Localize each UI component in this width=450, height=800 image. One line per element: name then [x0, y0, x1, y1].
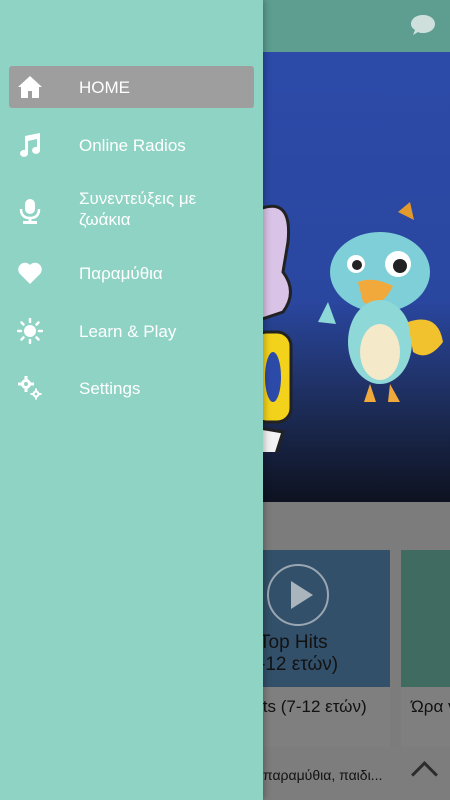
sun-icon	[17, 318, 43, 344]
banner-image[interactable]	[263, 52, 450, 502]
chat-icon[interactable]	[410, 14, 436, 36]
radio-card-2[interactable]	[401, 550, 450, 687]
gears-icon	[18, 376, 42, 400]
radio-card-caption: its (7-12 ετών)	[259, 697, 367, 716]
menu-item-settings[interactable]: Settings	[9, 367, 254, 409]
menu-item-label: Online Radios	[79, 136, 186, 155]
now-playing-bar[interactable]: παραμύθια, παιδι...	[263, 747, 450, 800]
menu-item-learn-play[interactable]: Learn & Play	[9, 310, 254, 352]
music-note-icon	[20, 133, 41, 157]
parrot-mascot	[318, 202, 443, 402]
menu-item-label: Παραμύθια	[79, 264, 163, 283]
menu-item-label: Settings	[79, 379, 141, 398]
radio-card-top-hits[interactable]: Top Hits -12 ετών)	[259, 550, 390, 687]
menu-item-interviews[interactable]: Συνεντεύξεις με ζωάκια	[9, 186, 254, 238]
radio-card-caption-area: its (7-12 ετών)	[259, 687, 390, 747]
menu-item-online-radios[interactable]: Online Radios	[9, 124, 254, 166]
menu-item-label: HOME	[79, 78, 130, 97]
menu-item-fairy-tales[interactable]: Παραμύθια	[9, 252, 254, 294]
card-title: Top Hits -12 ετών)	[259, 632, 339, 675]
navigation-drawer: HOME Online Radios Συνεντεύξεις με ζωάκι…	[0, 0, 263, 800]
radio-card-2-caption: Ώρα γ	[411, 697, 450, 716]
menu-item-label: Learn & Play	[79, 322, 177, 341]
chevron-up-icon[interactable]	[411, 761, 438, 788]
microphone-icon	[19, 199, 41, 224]
home-icon	[18, 76, 42, 98]
play-icon[interactable]	[267, 564, 329, 626]
menu-item-label: Συνεντεύξεις με ζωάκια	[79, 189, 197, 229]
now-playing-text: παραμύθια, παιδι...	[263, 767, 383, 783]
radio-card-2-caption-area: Ώρα γ	[401, 687, 450, 747]
heart-icon	[18, 262, 42, 284]
menu-item-home[interactable]: HOME	[9, 66, 254, 108]
banner-logo-letters	[263, 204, 293, 452]
